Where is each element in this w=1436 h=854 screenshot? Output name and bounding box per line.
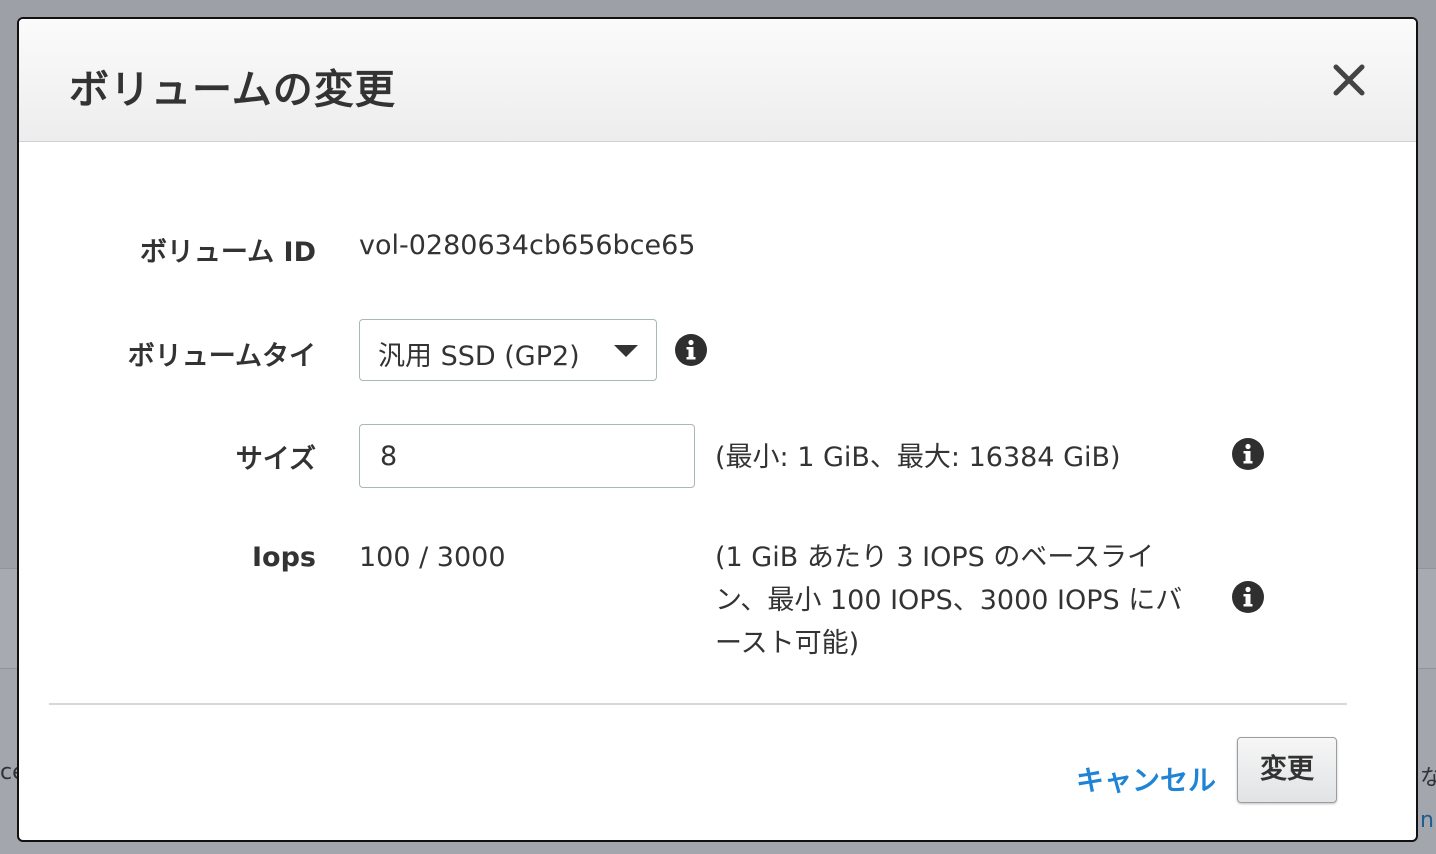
info-icon[interactable] — [1232, 581, 1264, 613]
background-link-fragment: n — [1420, 808, 1434, 833]
iops-value: 100 / 3000 — [359, 542, 506, 573]
iops-help-line: ン、最小 100 IOPS、3000 IOPS にバ — [715, 585, 1183, 616]
iops-help-text: (1 GiB あたり 3 IOPS のベースライ ン、最小 100 IOPS、3… — [715, 536, 1182, 665]
footer-divider — [49, 703, 1347, 705]
iops-label: Iops — [252, 542, 316, 573]
size-help-text: (最小: 1 GiB、最大: 16384 GiB) — [715, 442, 1121, 473]
size-label: サイズ — [235, 444, 316, 475]
background-text-fragment: な — [1420, 766, 1436, 791]
modify-volume-dialog: ボリュームの変更 ボリューム ID vol-0280634cb656bce65 … — [17, 17, 1418, 842]
dialog-header: ボリュームの変更 — [19, 19, 1416, 142]
volume-id-label: ボリューム ID — [139, 237, 316, 268]
volume-id-value: vol-0280634cb656bce65 — [359, 230, 696, 261]
volume-type-label: ボリュームタイ — [127, 341, 316, 372]
info-icon[interactable] — [675, 334, 707, 366]
chevron-down-icon — [614, 345, 638, 357]
iops-help-line: ースト可能) — [715, 628, 860, 659]
change-button[interactable]: 変更 — [1237, 737, 1337, 803]
close-icon[interactable] — [1332, 63, 1366, 97]
dialog-title: ボリュームの変更 — [69, 67, 396, 113]
info-icon[interactable] — [1232, 438, 1264, 470]
size-input[interactable] — [359, 424, 695, 488]
volume-type-select[interactable]: 汎用 SSD (GP2) — [359, 319, 657, 381]
cancel-button[interactable]: キャンセル — [1076, 759, 1216, 799]
volume-type-selected-value: 汎用 SSD (GP2) — [378, 341, 580, 372]
iops-help-line: (1 GiB あたり 3 IOPS のベースライ — [715, 542, 1155, 573]
